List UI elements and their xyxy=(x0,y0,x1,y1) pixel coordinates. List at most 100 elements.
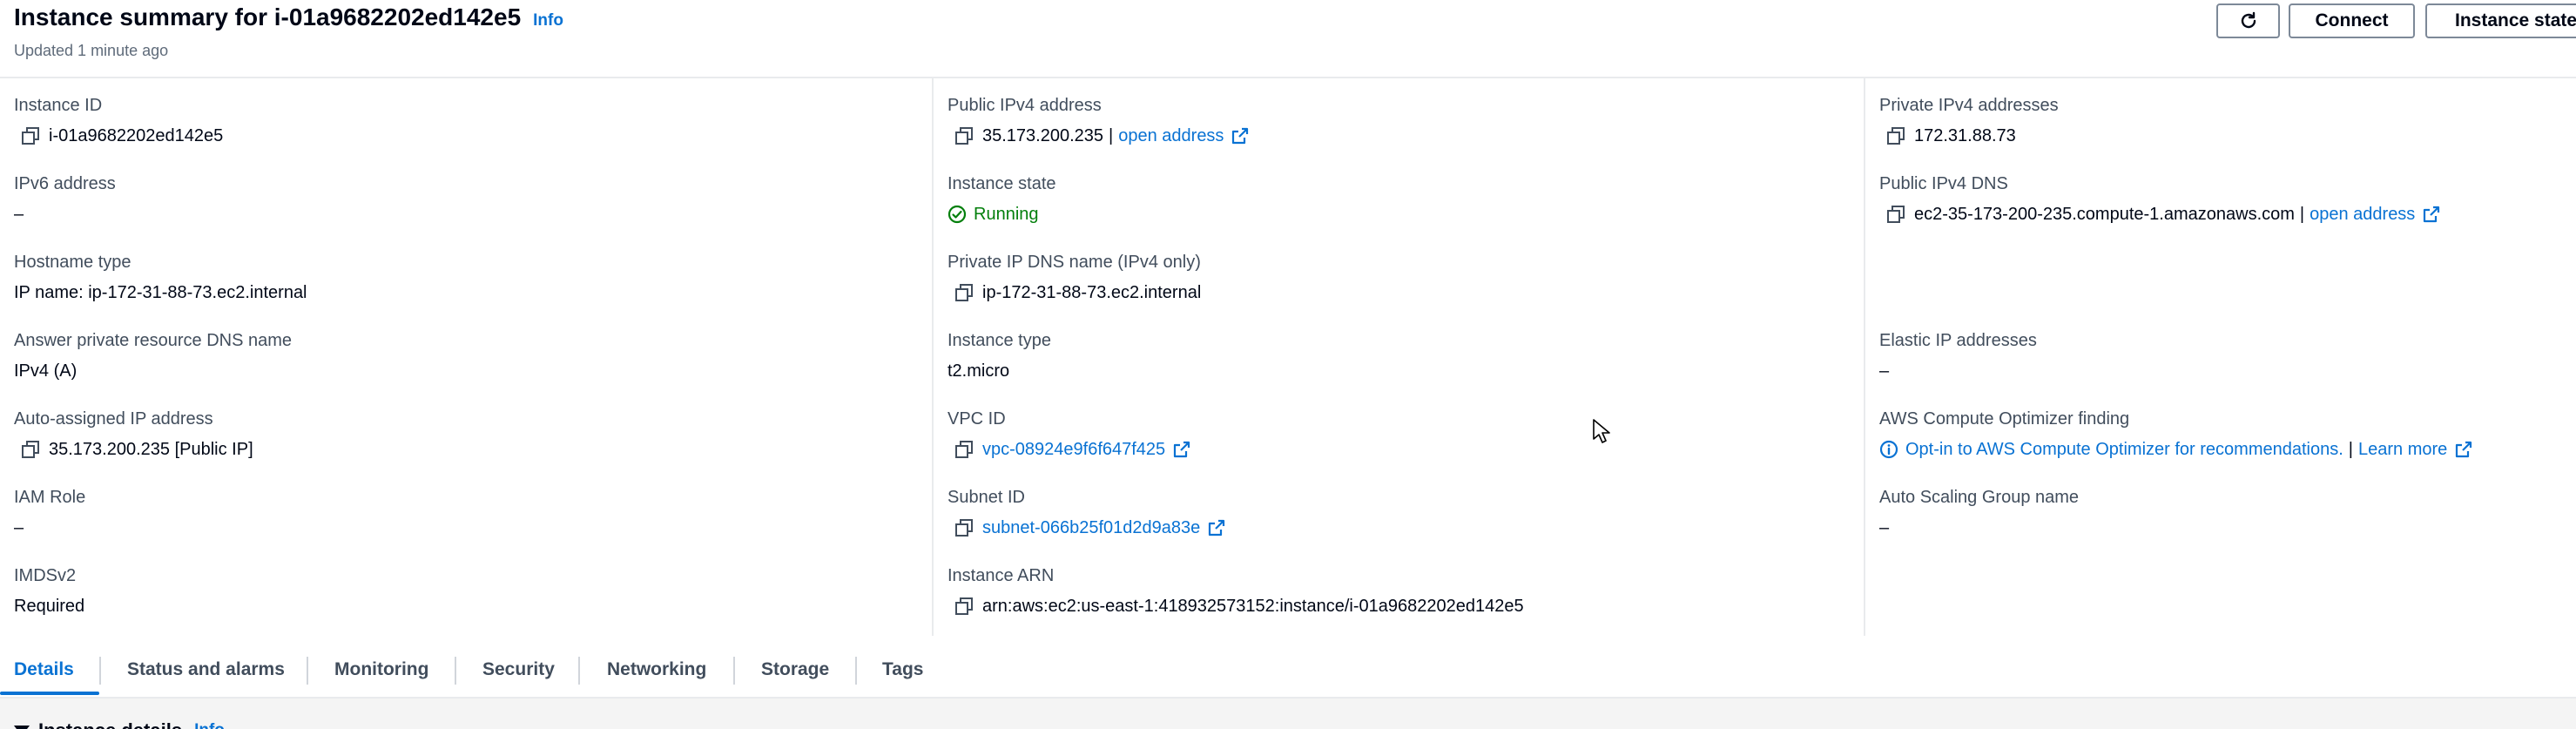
ipv6-address-value: – xyxy=(14,205,24,224)
copy-icon[interactable] xyxy=(954,283,974,302)
answer-private-dns-value: IPv4 (A) xyxy=(14,361,78,381)
caret-down-icon[interactable] xyxy=(14,726,30,729)
tab-divider xyxy=(455,657,456,685)
field-subnet-id: Subnet ID subnet-066b25f01d2d9a83e xyxy=(947,486,1226,541)
field-label: Instance ID xyxy=(14,96,103,115)
auto-assigned-ip-value: 35.173.200.235 [Public IP] xyxy=(49,440,253,459)
field-auto-assigned-ip: Auto-assigned IP address 35.173.200.235 … xyxy=(14,408,253,462)
section-title: Instance details xyxy=(38,719,182,729)
field-label: Auto-assigned IP address xyxy=(14,409,213,429)
tab-status-and-alarms[interactable]: Status and alarms xyxy=(127,645,285,695)
field-ipv6-address: IPv6 address – xyxy=(14,172,116,227)
field-public-ipv4-dns: Public IPv4 DNS ec2-35-173-200-235.compu… xyxy=(1879,172,2441,227)
page-header: Instance summary for i-01a9682202ed142e5… xyxy=(0,0,2576,78)
copy-icon[interactable] xyxy=(1886,126,1905,145)
tab-monitoring[interactable]: Monitoring xyxy=(334,645,428,695)
field-label: Private IPv4 addresses xyxy=(1879,96,2059,115)
field-label: IMDSv2 xyxy=(14,566,77,585)
copy-icon[interactable] xyxy=(21,126,40,145)
details-tabs: Details Status and alarms Monitoring Sec… xyxy=(0,645,2576,695)
field-imdsv2: IMDSv2 Required xyxy=(14,564,84,619)
instance-type-value: t2.micro xyxy=(947,361,1010,381)
learn-more-link[interactable]: Learn more xyxy=(2358,436,2447,462)
field-compute-optimizer: AWS Compute Optimizer finding Opt-in to … xyxy=(1879,408,2473,462)
field-iam-role: IAM Role – xyxy=(14,486,85,541)
summary-column-2: Public IPv4 address 35.173.200.235 | ope… xyxy=(932,78,1864,636)
section-header[interactable]: Instance details Info xyxy=(14,719,225,729)
instance-state-button[interactable]: Instance state xyxy=(2425,3,2576,38)
tab-divider xyxy=(733,657,735,685)
copy-icon[interactable] xyxy=(954,597,974,616)
field-label: Instance type xyxy=(947,331,1051,350)
copy-icon[interactable] xyxy=(954,126,974,145)
summary-column-1: Instance ID i-01a9682202ed142e5 IPv6 add… xyxy=(0,78,932,636)
field-label: Elastic IP addresses xyxy=(1879,331,2037,350)
hostname-type-value: IP name: ip-172-31-88-73.ec2.internal xyxy=(14,283,307,302)
field-label: Public IPv4 DNS xyxy=(1879,174,2008,193)
summary-column-3: Private IPv4 addresses 172.31.88.73 Publ… xyxy=(1864,78,2576,636)
field-vpc-id: VPC ID vpc-08924e9f6f647f425 xyxy=(947,408,1191,462)
tab-divider xyxy=(307,657,308,685)
instance-id-value: i-01a9682202ed142e5 xyxy=(49,126,224,145)
open-address-link[interactable]: open address xyxy=(1118,123,1224,149)
elastic-ip-value: – xyxy=(1879,361,1890,381)
vpc-id-link[interactable]: vpc-08924e9f6f647f425 xyxy=(982,436,1165,462)
active-tab-indicator xyxy=(0,692,99,695)
refresh-button[interactable] xyxy=(2216,3,2280,38)
private-ipv4-value: 172.31.88.73 xyxy=(1914,126,2016,145)
copy-icon[interactable] xyxy=(954,518,974,537)
success-check-icon xyxy=(947,205,967,224)
field-answer-private-dns: Answer private resource DNS name IPv4 (A… xyxy=(14,329,292,384)
info-link[interactable]: Info xyxy=(194,721,225,729)
open-address-link[interactable]: open address xyxy=(2310,201,2415,227)
refresh-icon xyxy=(2241,11,2256,29)
field-label: Public IPv4 address xyxy=(947,96,1102,115)
field-label: Subnet ID xyxy=(947,488,1025,507)
field-label: Answer private resource DNS name xyxy=(14,331,293,350)
instance-summary-grid: Instance ID i-01a9682202ed142e5 IPv6 add… xyxy=(0,78,2576,636)
separator: | xyxy=(2299,205,2305,224)
instance-state-value: Running xyxy=(974,205,1039,224)
field-hostname-type: Hostname type IP name: ip-172-31-88-73.e… xyxy=(14,251,307,306)
field-elastic-ip: Elastic IP addresses – xyxy=(1879,329,2037,384)
tab-tags[interactable]: Tags xyxy=(882,645,923,695)
field-instance-type: Instance type t2.micro xyxy=(947,329,1051,384)
field-label: AWS Compute Optimizer finding xyxy=(1879,409,2130,429)
external-link-icon[interactable] xyxy=(2422,205,2441,224)
mouse-cursor-icon xyxy=(1593,419,1610,443)
field-instance-arn: Instance ARN arn:aws:ec2:us-east-1:41893… xyxy=(947,564,1524,619)
tab-networking[interactable]: Networking xyxy=(607,645,706,695)
field-label: Private IP DNS name (IPv4 only) xyxy=(947,253,1201,272)
auto-scaling-group-value: – xyxy=(1879,518,1890,537)
iam-role-value: – xyxy=(14,518,24,537)
connect-button[interactable]: Connect xyxy=(2289,3,2415,38)
page-title: Instance summary for i-01a9682202ed142e5 xyxy=(14,3,522,30)
field-label: Auto Scaling Group name xyxy=(1879,488,2080,507)
external-link-icon[interactable] xyxy=(1207,518,1226,537)
field-label: Hostname type xyxy=(14,253,131,272)
updated-timestamp: Updated 1 minute ago xyxy=(14,42,169,59)
field-label: IPv6 address xyxy=(14,174,116,193)
field-label: VPC ID xyxy=(947,409,1006,429)
tab-divider xyxy=(855,657,857,685)
tab-storage[interactable]: Storage xyxy=(761,645,829,695)
instance-arn-value: arn:aws:ec2:us-east-1:418932573152:insta… xyxy=(982,597,1524,616)
public-ipv4-dns-value: ec2-35-173-200-235.compute-1.amazonaws.c… xyxy=(1914,205,2295,224)
tab-divider xyxy=(99,657,101,685)
tab-security[interactable]: Security xyxy=(482,645,555,695)
field-auto-scaling-group: Auto Scaling Group name – xyxy=(1879,486,2079,541)
copy-icon[interactable] xyxy=(1886,205,1905,224)
copy-icon[interactable] xyxy=(954,440,974,459)
external-link-icon[interactable] xyxy=(2454,440,2473,459)
field-label: IAM Role xyxy=(14,488,86,507)
external-link-icon[interactable] xyxy=(1172,440,1191,459)
copy-icon[interactable] xyxy=(21,440,40,459)
subnet-id-link[interactable]: subnet-066b25f01d2d9a83e xyxy=(982,515,1200,541)
compute-optimizer-opt-in-link[interactable]: Opt-in to AWS Compute Optimizer for reco… xyxy=(1905,436,2343,462)
info-link[interactable]: Info xyxy=(533,11,563,30)
external-link-icon[interactable] xyxy=(1231,126,1250,145)
field-private-ipv4: Private IPv4 addresses 172.31.88.73 xyxy=(1879,94,2059,149)
tab-divider xyxy=(578,657,580,685)
tab-details[interactable]: Details xyxy=(14,645,74,695)
separator: | xyxy=(2348,440,2353,459)
